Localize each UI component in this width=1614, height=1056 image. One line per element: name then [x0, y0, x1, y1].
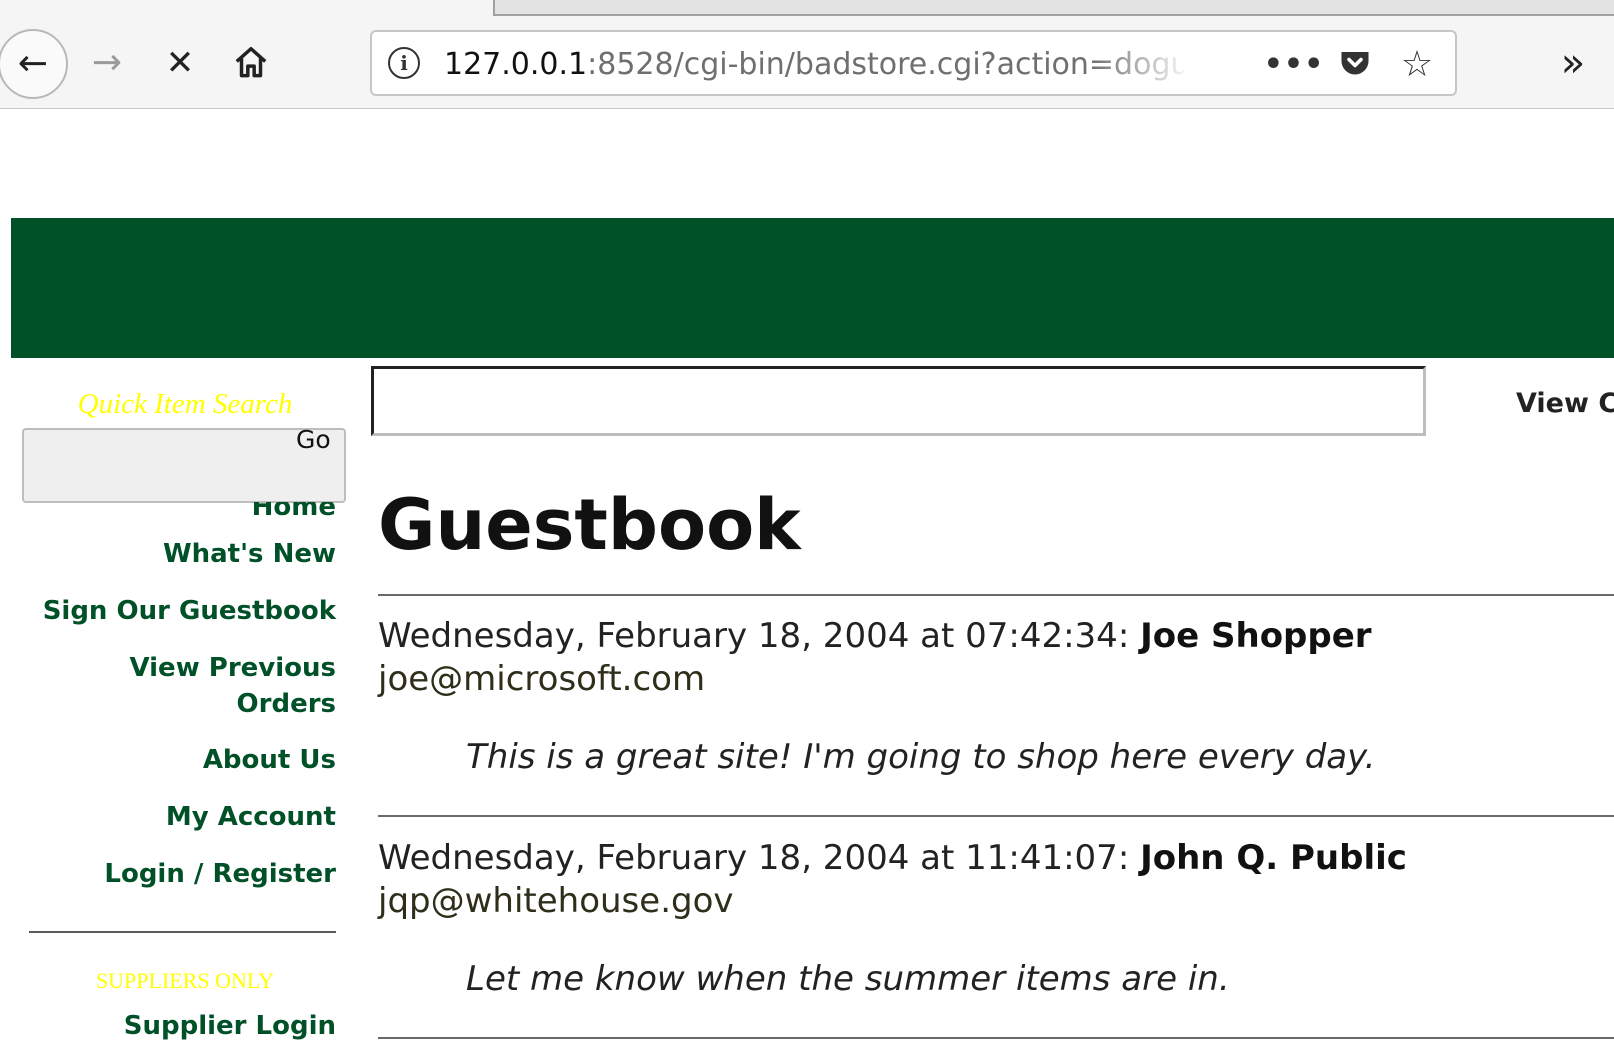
- info-glyph: i: [400, 51, 408, 75]
- guestbook-entry-header: Wednesday, February 18, 2004 at 11:41:07…: [378, 838, 1407, 878]
- sidebar-item-about-us[interactable]: About Us: [6, 742, 336, 778]
- overflow-chevrons-icon[interactable]: »: [1548, 38, 1598, 88]
- sidebar-item-my-account[interactable]: My Account: [6, 799, 336, 835]
- url-fade: [1092, 40, 1192, 88]
- pocket-glyph: [1341, 52, 1369, 75]
- forward-button[interactable]: →: [74, 30, 140, 96]
- sidebar-item-label: View Previous Orders: [129, 653, 336, 719]
- more-actions-icon[interactable]: •••: [1264, 42, 1324, 86]
- back-arrow-icon: ←: [17, 43, 49, 84]
- pocket-icon[interactable]: [1333, 42, 1377, 86]
- sidebar-item-label: Login / Register: [104, 859, 336, 889]
- sidebar-item-label: Sign Our Guestbook: [42, 596, 336, 626]
- bookmark-star-icon[interactable]: ☆: [1395, 42, 1439, 86]
- overflow-glyph: »: [1560, 40, 1586, 86]
- main-search-input[interactable]: [371, 366, 1426, 436]
- view-cart-link[interactable]: View Cart: [1516, 388, 1614, 419]
- sidebar-item-home[interactable]: Home: [6, 502, 336, 526]
- quick-search-label: Quick Item Search: [77, 388, 293, 420]
- site-banner: [11, 218, 1614, 358]
- url-text[interactable]: 127.0.0.1:8528/cgi-bin/badstore.cgi?acti…: [444, 45, 1184, 85]
- more-glyph: •••: [1263, 46, 1325, 82]
- entry-author: John Q. Public: [1140, 838, 1407, 878]
- page-title: Guestbook: [378, 484, 801, 566]
- entry-email: jqp@whitehouse.gov: [378, 881, 734, 921]
- sidebar-item-label: Supplier Login: [123, 1011, 336, 1041]
- entry-timestamp: Wednesday, February 18, 2004 at 07:42:34…: [378, 616, 1130, 656]
- guestbook-entry-header: Wednesday, February 18, 2004 at 07:42:34…: [378, 616, 1372, 656]
- sidebar-item-supplier-login[interactable]: Supplier Login: [6, 1008, 336, 1044]
- sidebar-item-label: About Us: [202, 745, 336, 775]
- back-button[interactable]: ←: [0, 29, 68, 99]
- stop-button[interactable]: ✕: [147, 30, 213, 96]
- entry-author: Joe Shopper: [1140, 616, 1372, 656]
- entry-comment: This is a great site! I'm going to shop …: [466, 737, 1376, 777]
- sidebar-item-label: My Account: [165, 802, 336, 832]
- sidebar-item-whats-new[interactable]: What's New: [6, 536, 336, 572]
- divider: [378, 1037, 1614, 1039]
- sidebar-item-view-previous-orders[interactable]: View Previous Orders: [116, 650, 336, 722]
- divider: [378, 594, 1614, 596]
- home-button[interactable]: [218, 30, 284, 96]
- info-icon[interactable]: i: [388, 47, 420, 79]
- stop-icon: ✕: [165, 43, 195, 83]
- sidebar-divider: [29, 931, 336, 933]
- sidebar-item-label: Home: [251, 502, 336, 522]
- divider: [378, 815, 1614, 817]
- sidebar-item-sign-guestbook[interactable]: Sign Our Guestbook: [6, 593, 336, 629]
- address-bar[interactable]: i 127.0.0.1:8528/cgi-bin/badstore.cgi?ac…: [370, 30, 1457, 96]
- suppliers-only-label: SUPPLIERS ONLY: [95, 968, 275, 993]
- star-glyph: ☆: [1400, 43, 1434, 85]
- tab-strip: [493, 0, 1614, 16]
- entry-timestamp: Wednesday, February 18, 2004 at 11:41:07…: [378, 838, 1130, 878]
- home-icon: [235, 47, 267, 78]
- sidebar-item-label: What's New: [162, 539, 336, 569]
- entry-email: joe@microsoft.com: [378, 659, 706, 699]
- forward-arrow-icon: →: [91, 42, 123, 83]
- browser-toolbar: ← → ✕ i 127.0.0.1:8528/cgi-bin/badstore.…: [0, 0, 1614, 109]
- go-button[interactable]: Go: [296, 420, 348, 460]
- sidebar-item-login-register[interactable]: Login / Register: [6, 856, 336, 892]
- url-host: 127.0.0.1: [444, 47, 588, 82]
- entry-comment: Let me know when the summer items are in…: [466, 959, 1230, 999]
